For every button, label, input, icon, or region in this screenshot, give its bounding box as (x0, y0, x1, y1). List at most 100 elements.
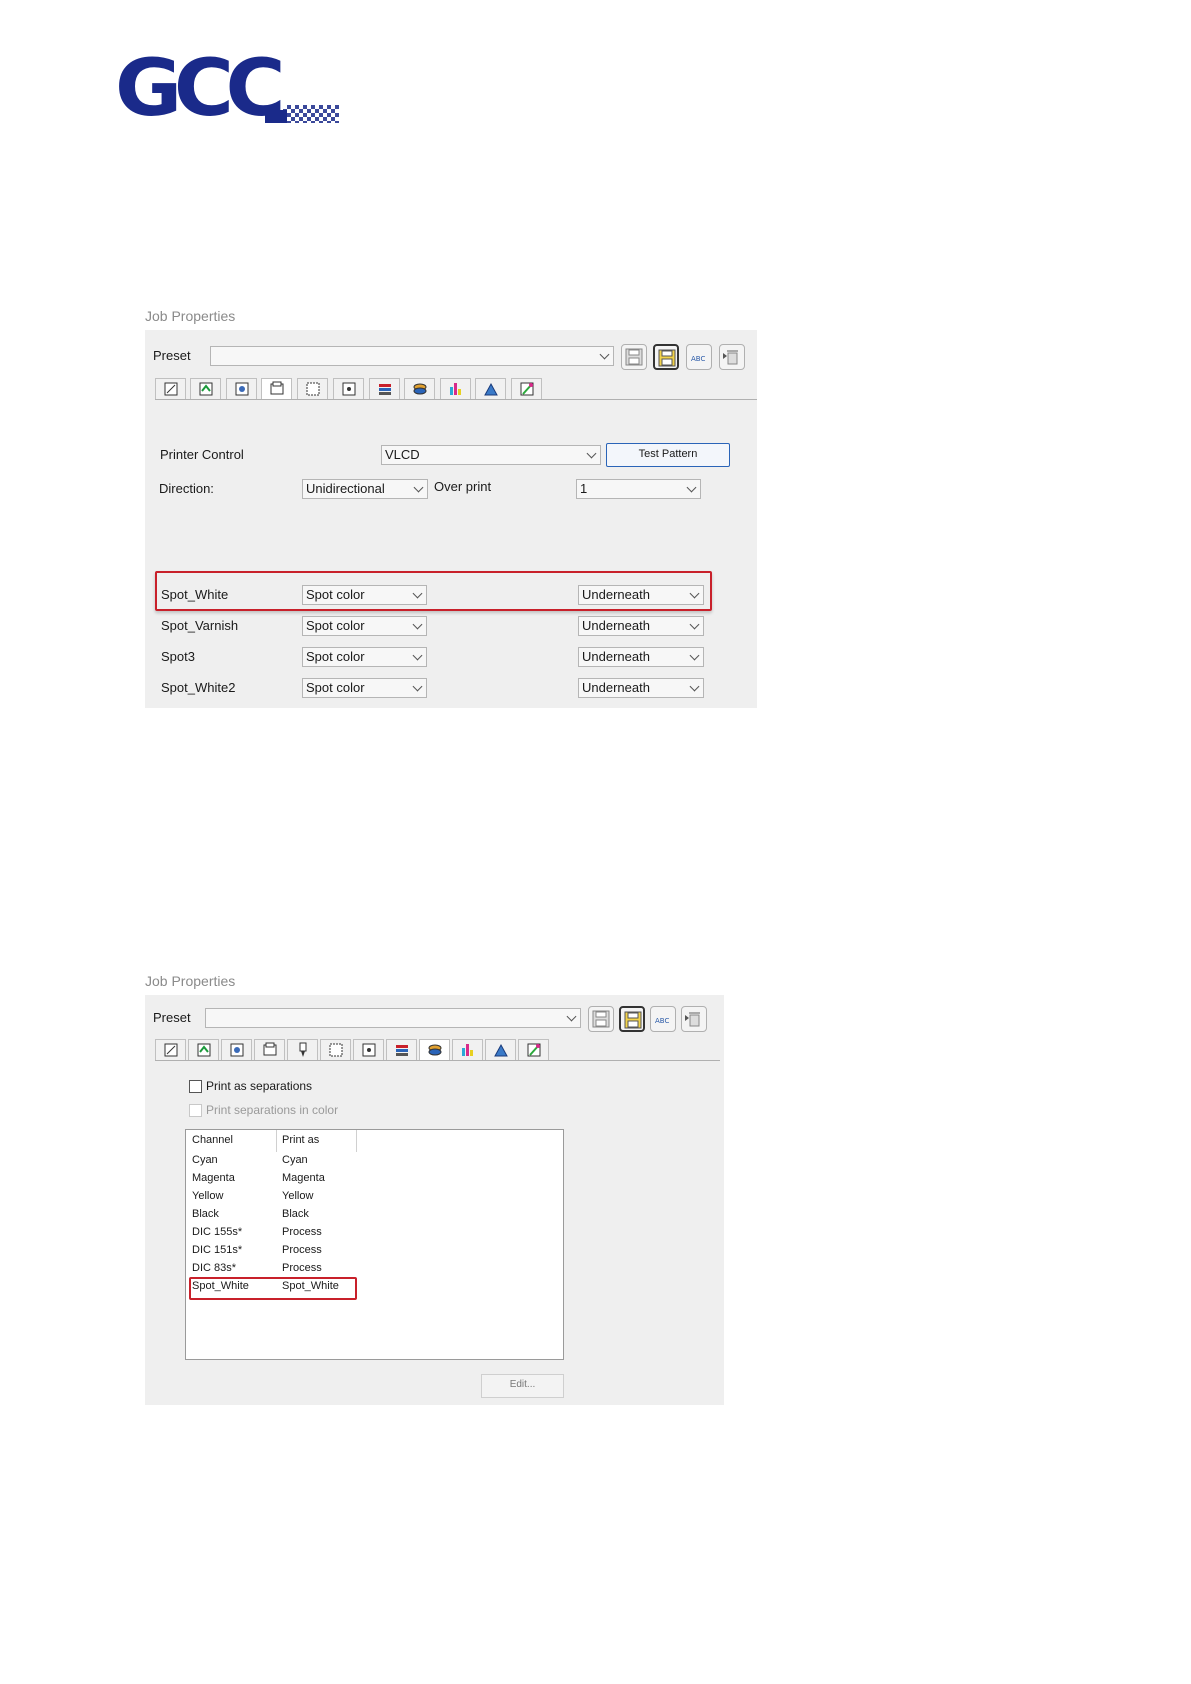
tiling-icon (306, 382, 320, 396)
delete-preset-button[interactable] (719, 344, 745, 370)
save-preset-button[interactable] (621, 344, 647, 370)
save-as-icon (658, 349, 676, 367)
pen-color-icon (520, 382, 534, 396)
edit-button[interactable]: Edit... (481, 1374, 564, 1398)
spot-mode-dropdown[interactable]: Spot color (302, 678, 427, 698)
print-separations-in-color-checkbox[interactable] (189, 1104, 202, 1117)
tab-layers[interactable] (404, 378, 435, 399)
tab-image[interactable] (221, 1039, 252, 1060)
spot-row-name: Spot_White2 (161, 680, 236, 695)
tab-layers[interactable] (419, 1039, 450, 1061)
chevron-down-icon (412, 619, 423, 630)
image-icon (230, 1043, 244, 1057)
tab-tiling[interactable] (297, 378, 328, 399)
printer-control-label: Printer Control (160, 447, 244, 462)
column-header-channel[interactable]: Channel (192, 1134, 233, 1146)
print-separations-in-color-label: Print separations in color (206, 1103, 339, 1117)
row-print-as: Magenta (282, 1172, 325, 1184)
row-channel: DIC 151s* (192, 1244, 243, 1256)
trash-icon (723, 350, 738, 365)
direction-dropdown[interactable]: Unidirectional (302, 479, 428, 499)
row-print-as: Black (282, 1208, 309, 1220)
row-channel: Cyan (192, 1154, 218, 1166)
tab-color[interactable] (386, 1039, 417, 1060)
tab-edit[interactable] (518, 1039, 549, 1060)
tab-marks[interactable] (353, 1039, 384, 1060)
chevron-down-icon (689, 619, 700, 630)
test-pattern-button[interactable]: Test Pattern (606, 443, 730, 467)
logo-checker-pattern (283, 105, 339, 123)
spot-placement-dropdown[interactable]: Underneath (578, 678, 704, 698)
chevron-down-icon (413, 482, 424, 493)
spot-mode-dropdown[interactable]: Spot color (302, 647, 427, 667)
row-print-as: Yellow (282, 1190, 314, 1202)
tab-edit[interactable] (511, 378, 542, 399)
print-as-separations-checkbox[interactable] (189, 1080, 202, 1093)
spot-row-name: Spot3 (161, 649, 195, 664)
save-as-preset-button[interactable] (653, 344, 679, 370)
gcc-logo: GCC (115, 44, 340, 134)
tab-cutter[interactable] (287, 1039, 318, 1060)
row-print-as: Cyan (282, 1154, 308, 1166)
save-as-icon (624, 1011, 642, 1029)
separations-list[interactable]: Channel Print as Cyan Cyan Magenta Magen… (185, 1129, 564, 1360)
row-channel: Black (192, 1208, 219, 1220)
job-properties-panel-2: Preset ABC Print as separations Print se… (145, 995, 724, 1405)
tab-transform[interactable] (190, 378, 221, 399)
tab-transform[interactable] (188, 1039, 219, 1060)
separations-icon (462, 1044, 473, 1056)
tab-marks[interactable] (333, 378, 364, 399)
tab-tiling[interactable] (320, 1039, 351, 1060)
logo-text: GCC (115, 44, 286, 134)
save-preset-button[interactable] (588, 1006, 614, 1032)
trash-icon (685, 1012, 700, 1027)
spot-placement-value: Underneath (582, 680, 650, 695)
delete-preset-button[interactable] (681, 1006, 707, 1032)
tab-cut[interactable] (485, 1039, 516, 1060)
preset-dropdown[interactable] (205, 1008, 581, 1028)
tab-color[interactable] (369, 378, 400, 399)
row-channel: DIC 155s* (192, 1226, 243, 1238)
column-divider (276, 1130, 277, 1152)
tab-separations[interactable] (452, 1039, 483, 1060)
column-header-print-as[interactable]: Print as (282, 1134, 319, 1146)
chevron-down-icon (586, 448, 597, 459)
layout-icon (164, 1043, 178, 1057)
tab-separations[interactable] (440, 378, 471, 399)
chevron-down-icon (412, 650, 423, 661)
separations-icon (450, 383, 461, 395)
color-bars-icon (379, 384, 391, 395)
tab-printer[interactable] (254, 1039, 285, 1060)
marks-icon (342, 382, 356, 396)
tab-layout[interactable] (155, 378, 186, 399)
over-print-dropdown[interactable]: 1 (576, 479, 701, 499)
printer-control-value: VLCD (385, 447, 420, 462)
printer-control-dropdown[interactable]: VLCD (381, 445, 601, 465)
tab-layout[interactable] (155, 1039, 186, 1060)
rename-preset-button[interactable]: ABC (686, 344, 712, 370)
abc-rename-icon: ABC (655, 1017, 669, 1025)
preset-dropdown[interactable] (210, 346, 614, 366)
chevron-down-icon (689, 681, 700, 692)
spot-mode-value: Spot color (306, 680, 365, 695)
highlight-spot-white-row (189, 1277, 357, 1300)
tab-image[interactable] (226, 378, 257, 399)
spot-placement-dropdown[interactable]: Underneath (578, 616, 704, 636)
rename-preset-button[interactable]: ABC (650, 1006, 676, 1032)
chevron-down-icon (686, 482, 697, 493)
row-print-as: Process (282, 1226, 322, 1238)
spot-row-name: Spot_Varnish (161, 618, 239, 633)
row-channel: Magenta (192, 1172, 235, 1184)
save-as-preset-button[interactable] (619, 1006, 645, 1032)
image-icon (235, 382, 249, 396)
transform-icon (197, 1043, 211, 1057)
row-print-as: Process (282, 1244, 322, 1256)
tab-printer[interactable] (261, 378, 292, 400)
tab-cut[interactable] (475, 378, 506, 399)
spot-mode-dropdown[interactable]: Spot color (302, 616, 427, 636)
tab-divider (155, 1060, 720, 1061)
tab-strip (155, 378, 755, 400)
preset-label: Preset (153, 1010, 191, 1025)
tab-divider (155, 399, 757, 400)
spot-placement-dropdown[interactable]: Underneath (578, 647, 704, 667)
